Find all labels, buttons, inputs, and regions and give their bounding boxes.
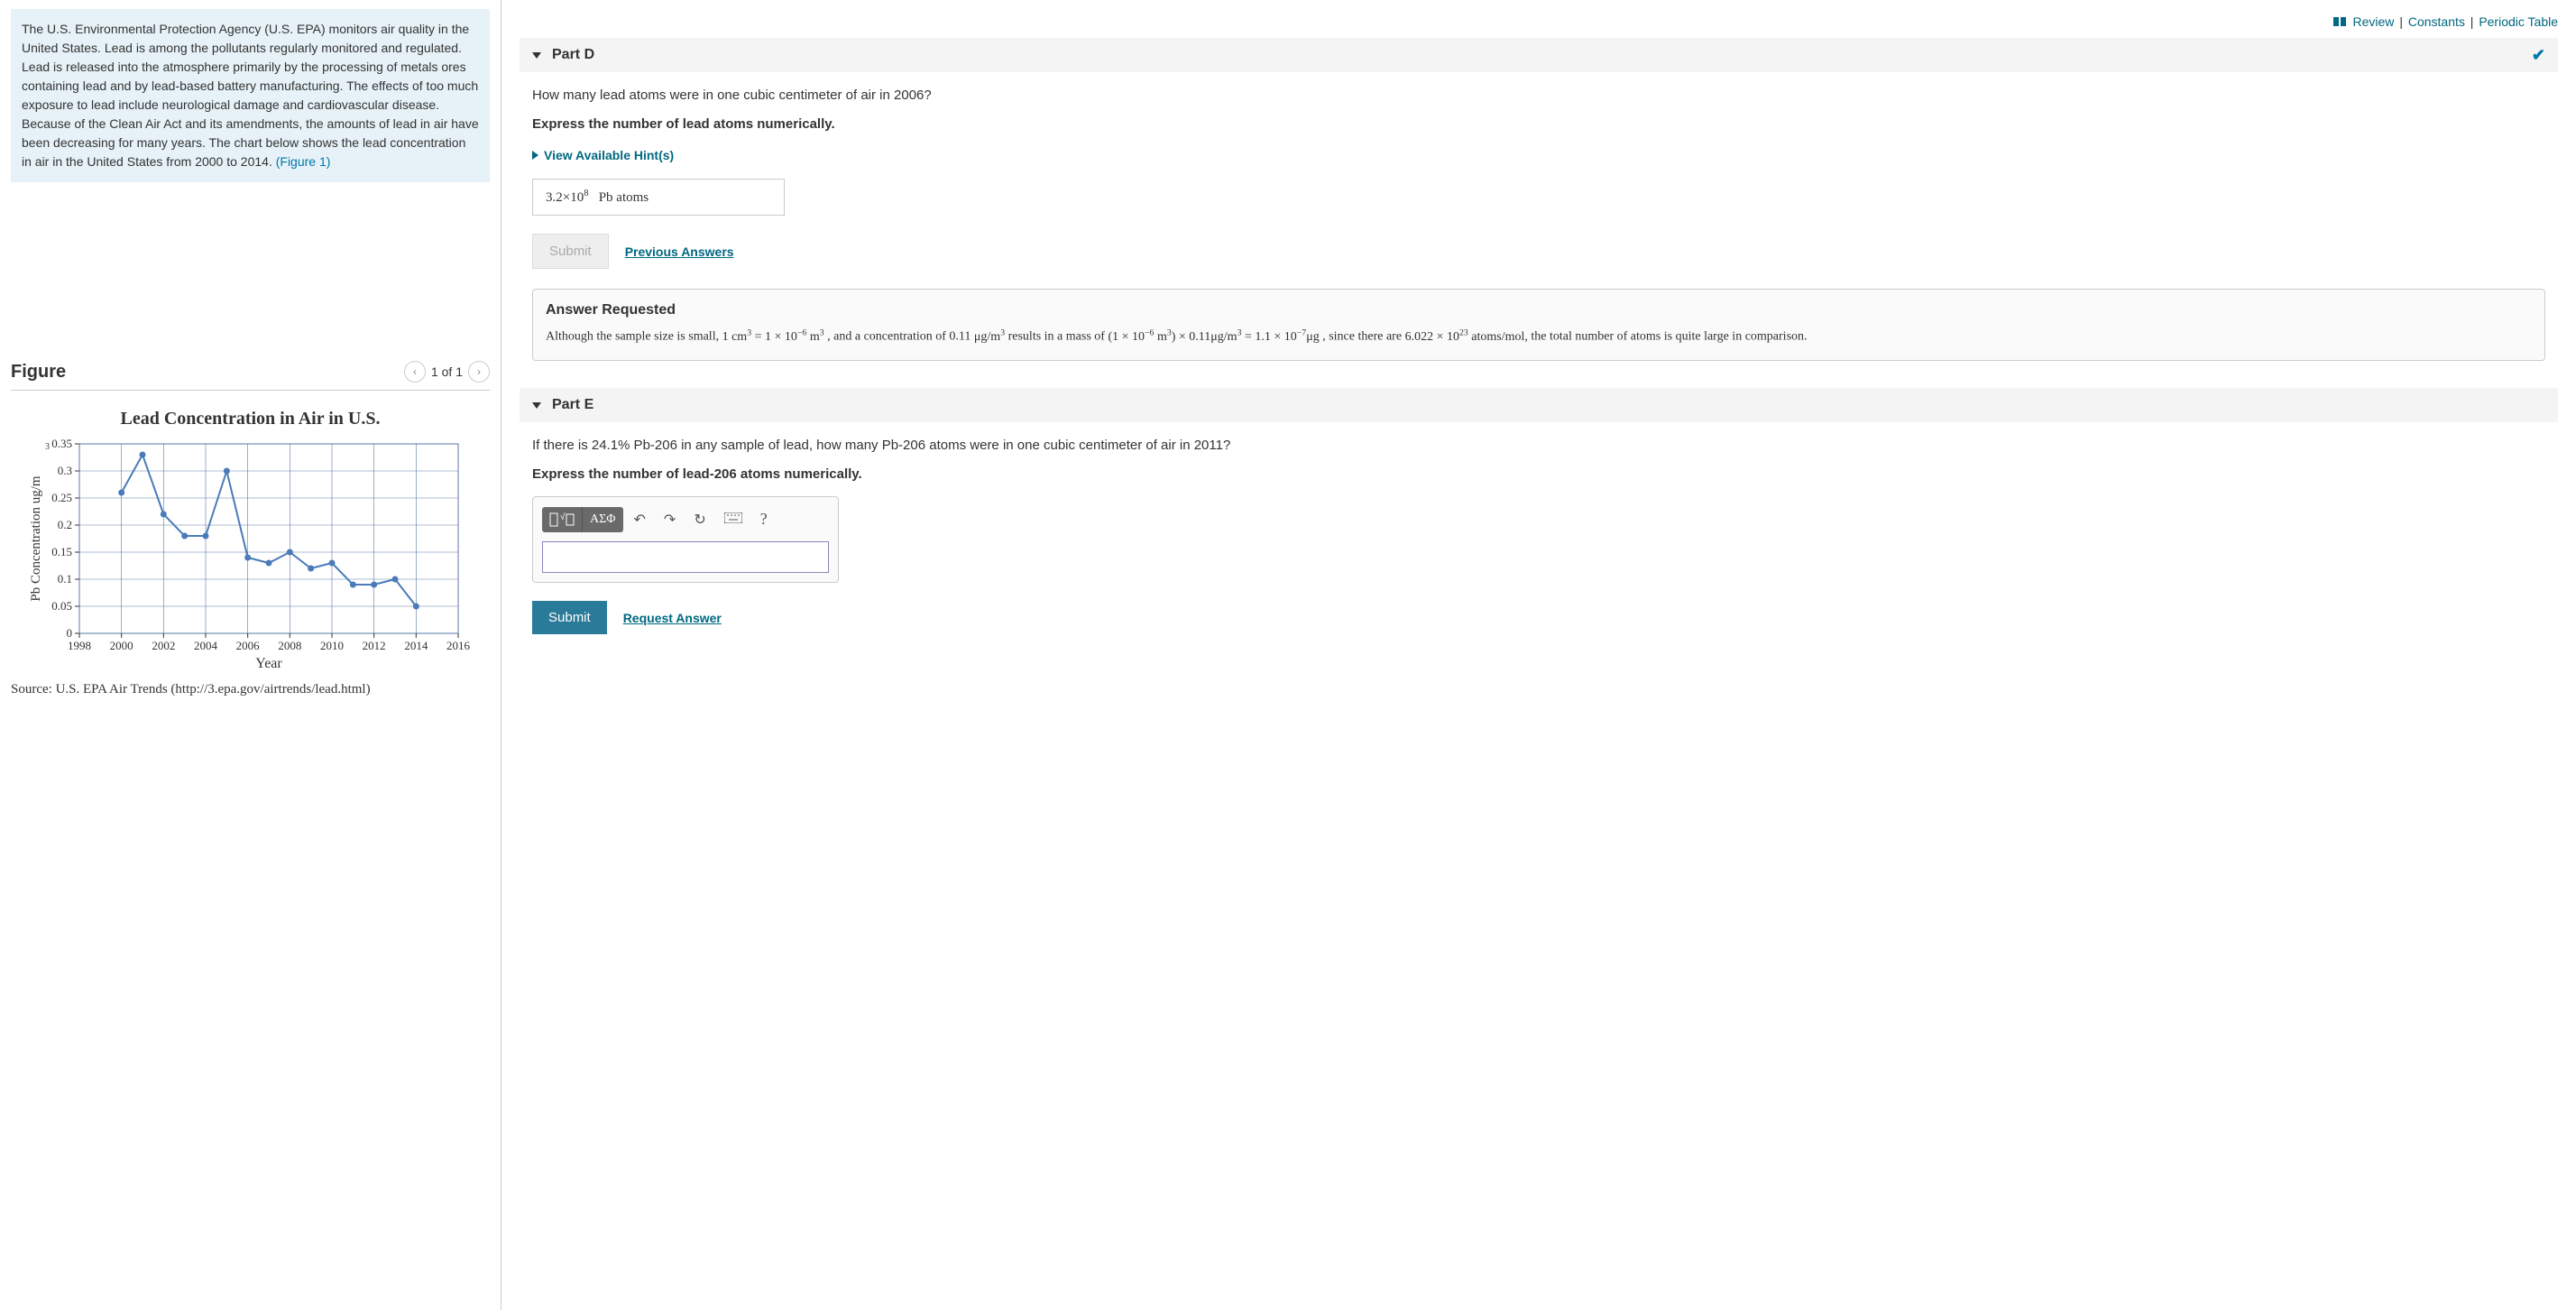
chart-source: Source: U.S. EPA Air Trends (http://3.ep… (11, 682, 490, 697)
chart-container: Lead Concentration in Air in U.S. 1998 20… (11, 391, 490, 706)
svg-text:2016: 2016 (446, 639, 471, 652)
fraction-root-icon: √ (549, 512, 575, 527)
svg-text:2000: 2000 (109, 639, 133, 652)
part-d-question: How many lead atoms were in one cubic ce… (520, 85, 2558, 106)
chart-title: Lead Concentration in Air in U.S. (11, 409, 490, 429)
svg-text:0.15: 0.15 (51, 545, 72, 558)
keyboard-icon[interactable] (717, 508, 750, 531)
part-e-section: Part E If there is 24.1% Pb-206 in any s… (520, 388, 2558, 641)
reset-icon[interactable]: ↻ (686, 507, 713, 532)
answer-input[interactable] (542, 541, 829, 573)
left-pane: The U.S. Environmental Protection Agency… (0, 0, 501, 1310)
check-icon: ✔ (2532, 46, 2545, 65)
svg-text:2006: 2006 (235, 639, 260, 652)
template-tool-button[interactable]: √ (542, 507, 583, 532)
part-e-instruction: Express the number of lead-206 atoms num… (520, 464, 2558, 485)
review-link[interactable]: Review (2353, 14, 2395, 29)
figure-link[interactable]: (Figure 1) (276, 154, 331, 169)
keyboard-svg-icon (724, 512, 742, 523)
svg-text:0.05: 0.05 (51, 599, 72, 613)
svg-text:0.3: 0.3 (57, 464, 71, 477)
separator: | (2470, 14, 2474, 29)
part-d-header[interactable]: Part D ✔ (520, 38, 2558, 72)
greek-tool-button[interactable]: ΑΣΦ (583, 507, 623, 532)
part-d-label: Part D (552, 47, 594, 63)
svg-text:Pb Concentration ug/m: Pb Concentration ug/m (29, 475, 43, 601)
part-e-header[interactable]: Part E (520, 388, 2558, 422)
part-d-instruction: Express the number of lead atoms numeric… (520, 114, 2558, 135)
submit-button-d: Submit (532, 234, 609, 269)
help-icon[interactable]: ? (753, 506, 775, 532)
part-e-question: If there is 24.1% Pb-206 in any sample o… (520, 435, 2558, 457)
svg-text:0.25: 0.25 (51, 491, 72, 504)
svg-text:2010: 2010 (320, 639, 344, 652)
hints-label: View Available Hint(s) (544, 148, 674, 162)
periodic-table-link[interactable]: Periodic Table (2479, 14, 2558, 29)
svg-text:2012: 2012 (362, 639, 385, 652)
chevron-down-icon (532, 402, 541, 409)
undo-icon[interactable]: ↶ (627, 507, 653, 532)
figure-nav: ‹ 1 of 1 › (404, 361, 490, 383)
svg-text:3: 3 (45, 442, 50, 452)
feedback-text: Although the sample size is small, 1 cm3… (546, 326, 2532, 347)
answer-units: Pb atoms (599, 190, 649, 205)
part-d-buttons: Submit Previous Answers (520, 226, 2558, 276)
previous-answers-link[interactable]: Previous Answers (625, 244, 734, 259)
submit-button-e[interactable]: Submit (532, 601, 607, 634)
svg-text:0.1: 0.1 (57, 572, 71, 586)
figure-counter: 1 of 1 (431, 364, 463, 379)
intro-text: The U.S. Environmental Protection Agency… (22, 22, 479, 169)
svg-text:2014: 2014 (404, 639, 428, 652)
figure-prev-button[interactable]: ‹ (404, 361, 426, 383)
answer-input-area: √ ΑΣΦ ↶ ↷ ↻ ? (532, 496, 839, 583)
chevron-down-icon (532, 52, 541, 59)
svg-text:1998: 1998 (68, 639, 91, 652)
svg-text:0: 0 (66, 626, 72, 640)
math-toolbar: √ ΑΣΦ ↶ ↷ ↻ ? (542, 506, 829, 532)
figure-next-button[interactable]: › (468, 361, 490, 383)
svg-text:Year: Year (255, 656, 282, 671)
part-d-answer-box: 3.2×108 Pb atoms (532, 179, 785, 216)
chart-svg: 1998 2000 2002 2004 2006 2008 2010 2012 2014 2016… (25, 435, 476, 678)
request-answer-link[interactable]: Request Answer (623, 611, 722, 625)
figure-header: Figure ‹ 1 of 1 › (11, 354, 490, 391)
part-e-buttons: Submit Request Answer (520, 594, 2558, 641)
answer-exponent: 8 (584, 189, 588, 198)
figure-heading: Figure (11, 362, 66, 383)
intro-box: The U.S. Environmental Protection Agency… (11, 9, 490, 182)
svg-text:0.2: 0.2 (57, 518, 71, 531)
part-d-section: Part D ✔ How many lead atoms were in one… (520, 38, 2558, 361)
chevron-right-icon (532, 151, 538, 160)
svg-text:0.35: 0.35 (51, 437, 72, 450)
view-hints-link[interactable]: View Available Hint(s) (520, 143, 2558, 168)
svg-text:2002: 2002 (152, 639, 175, 652)
book-icon (2333, 17, 2346, 26)
separator: | (2399, 14, 2403, 29)
feedback-title: Answer Requested (546, 302, 2532, 318)
svg-text:√: √ (560, 512, 566, 522)
tool-group: √ ΑΣΦ (542, 507, 623, 532)
top-links: Review | Constants | Periodic Table (520, 9, 2558, 38)
answer-prefix: 3.2×10 (546, 190, 584, 205)
part-e-label: Part E (552, 397, 593, 413)
right-pane: Review | Constants | Periodic Table Part… (501, 0, 2576, 1310)
svg-text:2004: 2004 (194, 639, 218, 652)
redo-icon[interactable]: ↷ (657, 507, 683, 532)
feedback-box: Answer Requested Although the sample siz… (532, 289, 2545, 361)
svg-text:2008: 2008 (278, 639, 301, 652)
constants-link[interactable]: Constants (2408, 14, 2465, 29)
